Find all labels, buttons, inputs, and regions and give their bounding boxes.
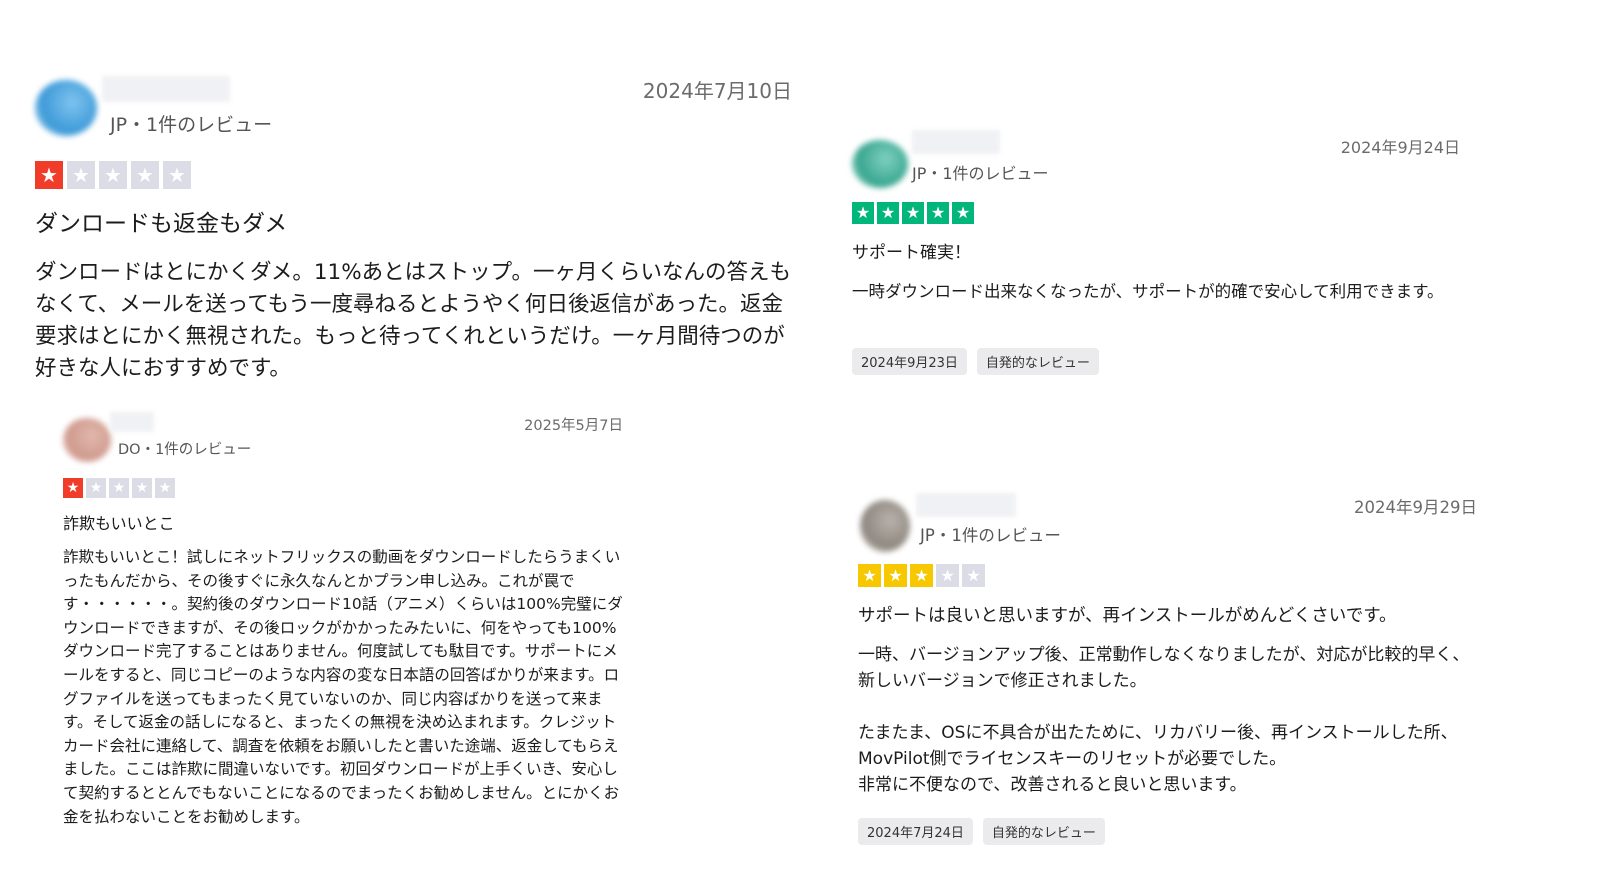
avatar[interactable] [35,80,97,136]
reviewer-name-redacted[interactable] [102,76,230,102]
review-body: 詐欺もいいとこ！試しにネットフリックスの動画をダウンロードしたらうまくいったもん… [63,546,625,829]
avatar[interactable] [63,418,111,462]
review-tags: 2024年7月24日 自発的なレビュー [858,818,1115,845]
reviewer-name-redacted[interactable] [912,130,1000,154]
review-body: 一時ダウンロード出来なくなったが、サポートが的確で安心して利用できます。 [852,279,1467,305]
star-filled-icon: ★ [858,564,881,587]
reviewer-meta: JP・1件のレビュー [110,114,273,136]
star-filled-icon: ★ [63,478,83,498]
review-title[interactable]: サポート確実！ [852,238,971,263]
review-title[interactable]: 詐欺もいいとこ [63,510,175,534]
experience-date-tag: 2024年7月24日 [858,818,973,845]
review-date: 2024年7月10日 [642,79,792,103]
star-filled-icon: ★ [35,161,63,189]
star-empty-icon: ★ [86,478,106,498]
reviewer-name-redacted[interactable] [110,412,154,432]
star-filled-icon: ★ [952,202,974,224]
avatar[interactable] [852,140,908,188]
star-filled-icon: ★ [877,202,899,224]
experience-date-tag: 2024年9月23日 [852,348,967,375]
review-tags: 2024年9月23日 自発的なレビュー [852,348,1109,375]
star-empty-icon: ★ [962,564,985,587]
star-filled-icon: ★ [902,202,924,224]
review-date: 2024年9月24日 [1340,138,1460,157]
star-filled-icon: ★ [927,202,949,224]
star-rating: ★ ★ ★ ★ ★ [858,564,988,587]
unprompted-review-tag[interactable]: 自発的なレビュー [982,818,1105,845]
star-rating: ★ ★ ★ ★ ★ [35,161,195,189]
star-filled-icon: ★ [852,202,874,224]
review-body-paragraph: 一時、バージョンアップ後、正常動作しなくなりましたが、対応が比較的早く、新しいバ… [858,645,1470,691]
star-rating: ★ ★ ★ ★ ★ [852,202,977,224]
star-filled-icon: ★ [884,564,907,587]
review-body-paragraph: 詐欺もいいとこ！試しにネットフリックスの動画をダウンロードしたらうまくいったもん… [63,548,623,826]
star-empty-icon: ★ [155,478,175,498]
review-body: ダンロードはとにかくダメ。11%あとはストップ。一ヶ月くらいなんの答えもなくて、… [35,257,800,385]
star-empty-icon: ★ [109,478,129,498]
unprompted-review-tag[interactable]: 自発的なレビュー [976,348,1099,375]
review-body: 一時、バージョンアップ後、正常動作しなくなりましたが、対応が比較的早く、新しいバ… [858,642,1483,798]
review-body-paragraph: ダンロードはとにかくダメ。11%あとはストップ。一ヶ月くらいなんの答えもなくて、… [35,260,792,381]
star-empty-icon: ★ [131,161,159,189]
avatar[interactable] [860,500,910,552]
review-title[interactable]: サポートは良いと思いますが、再インストールがめんどくさいです。 [858,602,1396,627]
review-body-paragraph: 一時ダウンロード出来なくなったが、サポートが的確で安心して利用できます。 [852,282,1444,301]
star-filled-icon: ★ [910,564,933,587]
reviewer-meta: JP・1件のレビュー [920,526,1061,545]
reviewer-meta: DO・1件のレビュー [118,442,252,458]
review-date: 2025年5月7日 [524,418,623,434]
review-title[interactable]: ダンロードも返金もダメ [35,204,287,238]
reviewer-name-redacted[interactable] [916,493,1016,517]
reviewer-meta: JP・1件のレビュー [912,164,1049,183]
star-empty-icon: ★ [163,161,191,189]
star-rating: ★ ★ ★ ★ ★ [63,478,178,498]
star-empty-icon: ★ [132,478,152,498]
review-date: 2024年9月29日 [1354,498,1477,517]
star-empty-icon: ★ [936,564,959,587]
review-body-paragraph: たまたま、OSに不具合が出たために、リカバリー後、再インストールした所、MovP… [858,723,1458,795]
star-empty-icon: ★ [67,161,95,189]
star-empty-icon: ★ [99,161,127,189]
